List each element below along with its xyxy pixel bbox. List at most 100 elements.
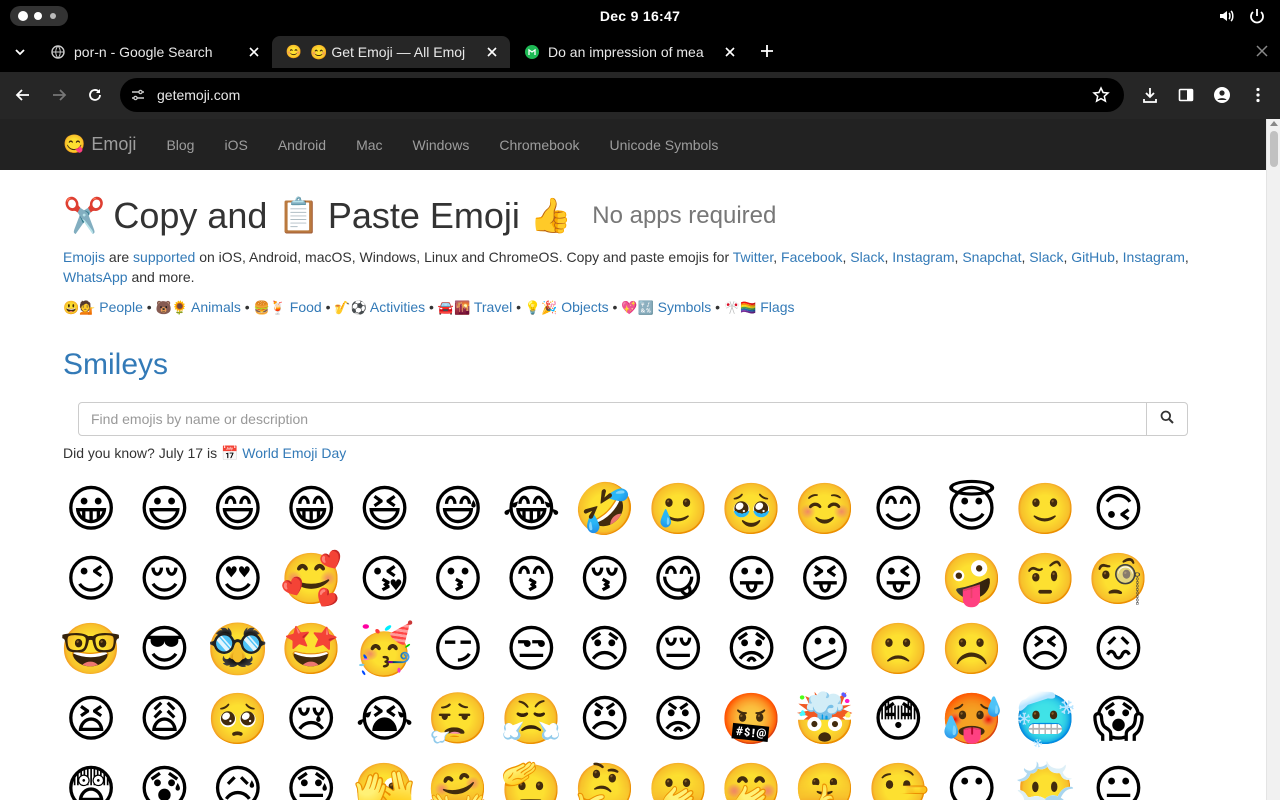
emoji-cell[interactable]: 🤥 — [866, 757, 930, 800]
emoji-cell[interactable]: 😊 — [866, 477, 930, 541]
page-scrollbar[interactable] — [1266, 119, 1280, 800]
link-emojis[interactable]: Emojis — [63, 249, 105, 265]
emoji-cell[interactable]: 🧐 — [1086, 547, 1150, 611]
emoji-cell[interactable]: ☺️ — [793, 477, 857, 541]
emoji-cell[interactable]: 😁 — [279, 477, 343, 541]
power-icon[interactable] — [1248, 7, 1266, 25]
kebab-menu-icon[interactable] — [1249, 86, 1267, 109]
category-activities[interactable]: Activities — [370, 299, 425, 315]
emoji-cell[interactable]: 🥳 — [353, 617, 417, 681]
emoji-cell[interactable]: 🙂 — [1013, 477, 1077, 541]
emoji-cell[interactable]: 😝 — [793, 547, 857, 611]
emoji-cell[interactable]: 🥵 — [940, 687, 1004, 751]
tab-search-chevron-icon[interactable] — [12, 44, 28, 65]
emoji-cell[interactable]: 🫣 — [353, 757, 417, 800]
category-people[interactable]: People — [99, 299, 143, 315]
nav-blog[interactable]: Blog — [166, 137, 194, 153]
emoji-cell[interactable]: 🥲 — [646, 477, 710, 541]
site-brand[interactable]: 😋 Emoji — [63, 134, 136, 155]
emoji-cell[interactable]: 🤪 — [940, 547, 1004, 611]
emoji-cell[interactable]: 😶 — [940, 757, 1004, 800]
bookmark-star-icon[interactable] — [1092, 86, 1110, 109]
emoji-cell[interactable]: 🙁 — [866, 617, 930, 681]
emoji-cell[interactable]: 🥺 — [206, 687, 270, 751]
back-arrow-icon[interactable] — [14, 86, 32, 109]
emoji-cell[interactable]: 🥶 — [1013, 687, 1077, 751]
site-settings-icon[interactable] — [131, 88, 145, 107]
emoji-cell[interactable]: 😳 — [866, 687, 930, 751]
emoji-cell[interactable]: 😋 — [646, 547, 710, 611]
emoji-cell[interactable]: 😕 — [793, 617, 857, 681]
emoji-cell[interactable]: 😨 — [59, 757, 123, 800]
tab-get-emoji[interactable]: 😊 😊 Get Emoji — All Emoj — [272, 36, 510, 68]
link-instagram-2[interactable]: Instagram — [1123, 249, 1185, 265]
emoji-cell[interactable]: 🤔 — [573, 757, 637, 800]
link-supported[interactable]: supported — [133, 249, 195, 265]
emoji-cell[interactable]: 😆 — [353, 477, 417, 541]
emoji-cell[interactable]: 😮‍💨 — [426, 687, 490, 751]
emoji-cell[interactable]: 🤯 — [793, 687, 857, 751]
emoji-cell[interactable]: 🤓 — [59, 617, 123, 681]
link-whatsapp[interactable]: WhatsApp — [63, 269, 128, 285]
emoji-cell[interactable]: 😞 — [573, 617, 637, 681]
emoji-cell[interactable]: 😄 — [206, 477, 270, 541]
forward-arrow-icon[interactable] — [50, 86, 68, 109]
emoji-cell[interactable]: 🥰 — [279, 547, 343, 611]
profile-icon[interactable] — [1213, 86, 1231, 109]
emoji-cell[interactable]: 🤗 — [426, 757, 490, 800]
emoji-cell[interactable]: 😖 — [1086, 617, 1150, 681]
nav-mac[interactable]: Mac — [356, 137, 382, 153]
emoji-cell[interactable]: 😫 — [59, 687, 123, 751]
emoji-cell[interactable]: 😍 — [206, 547, 270, 611]
emoji-cell[interactable]: 😒 — [499, 617, 563, 681]
emoji-cell[interactable]: 🤭 — [720, 757, 784, 800]
emoji-cell[interactable]: 😤 — [499, 687, 563, 751]
link-instagram[interactable]: Instagram — [892, 249, 954, 265]
emoji-search-input[interactable] — [78, 402, 1147, 436]
emoji-cell[interactable]: 😠 — [573, 687, 637, 751]
emoji-cell[interactable]: 😂 — [499, 477, 563, 541]
emoji-cell[interactable]: 🫢 — [646, 757, 710, 800]
emoji-cell[interactable]: 😐 — [1086, 757, 1150, 800]
emoji-cell[interactable]: 😭 — [353, 687, 417, 751]
scrollbar-thumb[interactable] — [1270, 131, 1278, 167]
emoji-cell[interactable]: 🤨 — [1013, 547, 1077, 611]
emoji-cell[interactable]: 🤣 — [573, 477, 637, 541]
link-world-emoji-day[interactable]: World Emoji Day — [242, 445, 346, 461]
nav-chromebook[interactable]: Chromebook — [499, 137, 579, 153]
emoji-cell[interactable]: 😌 — [132, 547, 196, 611]
link-slack-2[interactable]: Slack — [1029, 249, 1063, 265]
close-tab-icon[interactable] — [484, 44, 500, 60]
emoji-cell[interactable]: 😉 — [59, 547, 123, 611]
category-animals[interactable]: Animals — [191, 299, 241, 315]
emoji-cell[interactable]: 🤩 — [279, 617, 343, 681]
category-objects[interactable]: Objects — [561, 299, 608, 315]
search-button[interactable] — [1146, 402, 1188, 436]
nav-windows[interactable]: Windows — [413, 137, 470, 153]
emoji-cell[interactable]: 😟 — [720, 617, 784, 681]
download-icon[interactable] — [1141, 86, 1159, 109]
emoji-cell[interactable]: 😀 — [59, 477, 123, 541]
category-travel[interactable]: Travel — [474, 299, 512, 315]
side-panel-icon[interactable] — [1177, 86, 1195, 109]
emoji-cell[interactable]: 😅 — [426, 477, 490, 541]
emoji-cell[interactable]: 🥸 — [206, 617, 270, 681]
emoji-cell[interactable]: 😩 — [132, 687, 196, 751]
emoji-cell[interactable]: 😣 — [1013, 617, 1077, 681]
emoji-cell[interactable]: 😘 — [353, 547, 417, 611]
emoji-cell[interactable]: 😓 — [279, 757, 343, 800]
close-tab-icon[interactable] — [246, 44, 262, 60]
emoji-cell[interactable]: 😛 — [720, 547, 784, 611]
nav-android[interactable]: Android — [278, 137, 326, 153]
emoji-cell[interactable]: 😚 — [573, 547, 637, 611]
nav-unicode-symbols[interactable]: Unicode Symbols — [609, 137, 718, 153]
emoji-cell[interactable]: 😎 — [132, 617, 196, 681]
tab-google-search[interactable]: por-n - Google Search — [36, 36, 272, 68]
emoji-cell[interactable]: 🫡 — [499, 757, 563, 800]
emoji-cell[interactable]: 😡 — [646, 687, 710, 751]
emoji-cell[interactable]: 😜 — [866, 547, 930, 611]
emoji-cell[interactable]: 😥 — [206, 757, 270, 800]
link-snapchat[interactable]: Snapchat — [962, 249, 1021, 265]
close-window-icon[interactable] — [1256, 44, 1268, 62]
emoji-cell[interactable]: 😰 — [132, 757, 196, 800]
